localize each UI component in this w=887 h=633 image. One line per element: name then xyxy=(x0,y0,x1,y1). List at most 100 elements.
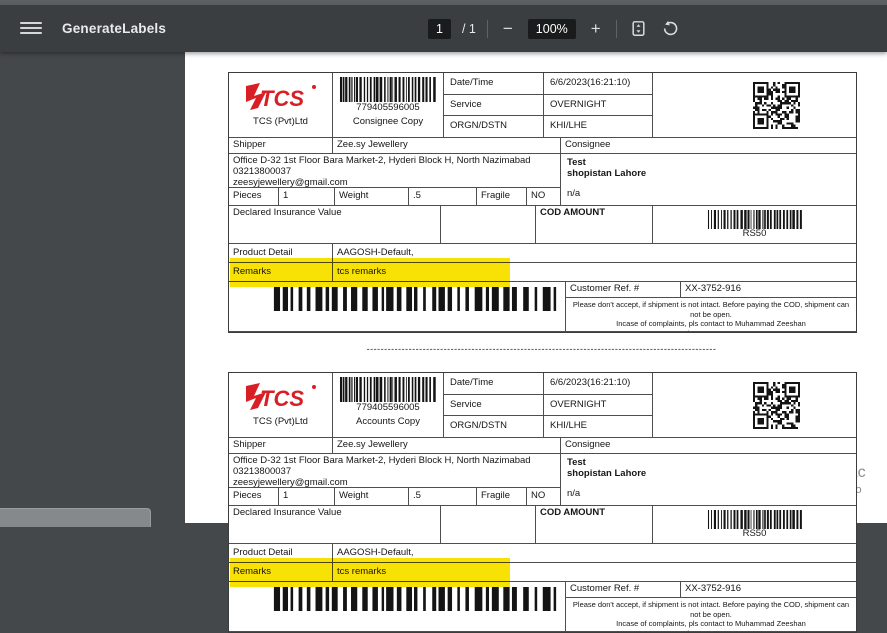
pieces-label: Pieces xyxy=(229,188,279,205)
shipper-label: Shipper xyxy=(229,438,333,453)
consignee-destination: shopistan Lahore xyxy=(567,469,850,480)
footer-barcode xyxy=(271,587,561,611)
customer-ref-value: XX-3752-916 xyxy=(681,282,856,297)
toolbar-divider xyxy=(616,20,617,38)
tracking-barcode-cell: 779405596005 Consignee Copy xyxy=(333,73,444,137)
toolbar-center-controls: 1 / 1 − 100% + xyxy=(428,5,681,52)
weight-label: Weight xyxy=(335,188,409,205)
shipper-name: Zee.sy Jewellery xyxy=(333,138,561,153)
pdf-viewer: { "toolbar": { "title": "GenerateLabels"… xyxy=(0,0,887,523)
company-name: TCS (Pvt)Ltd xyxy=(253,117,308,128)
fit-to-page-icon xyxy=(630,20,647,37)
insurance-label: Declared Insurance Value xyxy=(229,506,441,543)
notice-line: Please don't accept, if shipment is not … xyxy=(572,600,850,620)
info-value: KHI/LHE xyxy=(544,116,652,137)
rotate-button[interactable] xyxy=(660,18,681,39)
copy-type: Accounts Copy xyxy=(356,417,420,428)
pieces-value: 1 xyxy=(279,188,335,205)
notice-line: Ph:03213800037 xyxy=(572,329,850,331)
cod-notice: Please don't accept, if shipment is not … xyxy=(566,298,856,331)
fit-to-page-button[interactable] xyxy=(628,18,649,39)
customer-ref-label: Customer Ref. # xyxy=(566,582,681,597)
notice-line: Incase of complaints, pls contact to Muh… xyxy=(572,619,850,629)
shipping-label: TCS TCS (Pvt)Ltd 779405596005 Consignee … xyxy=(228,72,857,333)
product-detail-value: AAGOSH-Default, xyxy=(333,244,856,262)
zoom-out-button[interactable]: − xyxy=(499,18,517,39)
insurance-label: Declared Insurance Value xyxy=(229,206,441,243)
info-value: OVERNIGHT xyxy=(544,395,652,416)
table-row: ORGN/DSTN KHI/LHE xyxy=(444,416,652,437)
tcs-logo-icon: TCS xyxy=(244,382,318,414)
notice-line: Please don't accept, if shipment is not … xyxy=(572,300,850,320)
qr-code xyxy=(753,82,800,129)
shipment-info-table: Date/Time 6/6/2023(16:21:10) Service OVE… xyxy=(444,373,653,437)
pdf-page: ----------------------------------------… xyxy=(185,52,887,523)
qr-cell xyxy=(653,373,856,437)
consignee-destination: shopistan Lahore xyxy=(567,169,850,180)
shipper-label: Shipper xyxy=(229,138,333,153)
tracking-barcode xyxy=(339,77,437,102)
pieces-value: 1 xyxy=(279,488,335,505)
svg-text:TCS: TCS xyxy=(260,386,304,411)
weight-value: .5 xyxy=(409,188,477,205)
product-detail-value: AAGOSH-Default, xyxy=(333,544,856,562)
cod-amount-label: COD AMOUNT xyxy=(536,206,653,243)
tracking-number: 779405596005 xyxy=(356,103,419,114)
tcs-logo-cell: TCS TCS (Pvt)Ltd xyxy=(229,73,333,137)
pdf-toolbar: GenerateLabels 1 / 1 − 100% + xyxy=(0,5,887,52)
qr-cell xyxy=(653,73,856,137)
shipper-address: Office D-32 1st Floor Bara Market-2, Hyd… xyxy=(229,454,560,488)
empty-cell xyxy=(441,506,536,543)
tcs-logo-icon: TCS xyxy=(244,82,318,114)
zoom-in-button[interactable]: + xyxy=(587,18,605,39)
consignee-label: Consignee xyxy=(561,438,856,453)
table-row: Service OVERNIGHT xyxy=(444,395,652,417)
tcs-logo-cell: TCS TCS (Pvt)Ltd xyxy=(229,373,333,437)
info-value: 6/6/2023(16:21:10) xyxy=(544,373,652,394)
svg-text:TCS: TCS xyxy=(260,86,304,111)
notice-line: Incase of complaints, pls contact to Muh… xyxy=(572,319,850,329)
company-name: TCS (Pvt)Ltd xyxy=(253,417,308,428)
cod-value: RS50 xyxy=(743,229,767,240)
fragile-value: NO xyxy=(527,488,560,505)
info-label: Service xyxy=(444,395,544,416)
shipper-address: Office D-32 1st Floor Bara Market-2, Hyd… xyxy=(229,154,560,188)
remarks-value: tcs remarks xyxy=(333,563,856,581)
product-detail-label: Product Detail xyxy=(229,544,333,562)
cod-amount-label: COD AMOUNT xyxy=(536,506,653,543)
info-label: Date/Time xyxy=(444,73,544,94)
table-row: Date/Time 6/6/2023(16:21:10) xyxy=(444,373,652,395)
cod-barcode xyxy=(707,210,803,229)
info-value: 6/6/2023(16:21:10) xyxy=(544,73,652,94)
qr-code xyxy=(753,382,800,429)
cod-notice: Please don't accept, if shipment is not … xyxy=(566,598,856,631)
table-row: Date/Time 6/6/2023(16:21:10) xyxy=(444,73,652,95)
consignee-label: Consignee xyxy=(561,138,856,153)
shipper-name: Zee.sy Jewellery xyxy=(333,438,561,453)
footer-barcode-cell xyxy=(229,582,566,631)
table-row: Service OVERNIGHT xyxy=(444,95,652,117)
menu-button[interactable] xyxy=(20,19,42,37)
shipping-label: TCS TCS (Pvt)Ltd 779405596005 Accounts C… xyxy=(228,372,857,633)
cod-value: RS50 xyxy=(743,529,767,540)
tracking-barcode xyxy=(339,377,437,402)
consignee-cell: Test shopistan Lahore n/a xyxy=(561,454,856,505)
zoom-level-input[interactable]: 100% xyxy=(528,19,576,39)
footer-barcode-cell xyxy=(229,282,566,331)
weight-value: .5 xyxy=(409,488,477,505)
pieces-row: Pieces 1 Weight .5 Fragile NO xyxy=(229,188,560,205)
label-separator-dashes: ----------------------------------------… xyxy=(228,344,855,354)
fragile-label: Fragile xyxy=(477,188,527,205)
cod-barcode-cell: RS50 xyxy=(653,206,856,243)
empty-cell xyxy=(441,206,536,243)
page-number-input[interactable]: 1 xyxy=(428,19,451,39)
document-title: GenerateLabels xyxy=(62,21,166,36)
rotate-ccw-icon xyxy=(662,20,679,37)
footer-barcode xyxy=(271,287,561,311)
fragile-label: Fragile xyxy=(477,488,527,505)
consignee-cell: Test shopistan Lahore n/a xyxy=(561,154,856,205)
toolbar-divider xyxy=(487,20,488,38)
info-label: ORGN/DSTN xyxy=(444,416,544,437)
remarks-value: tcs remarks xyxy=(333,263,856,281)
cod-barcode-cell: RS50 xyxy=(653,506,856,543)
